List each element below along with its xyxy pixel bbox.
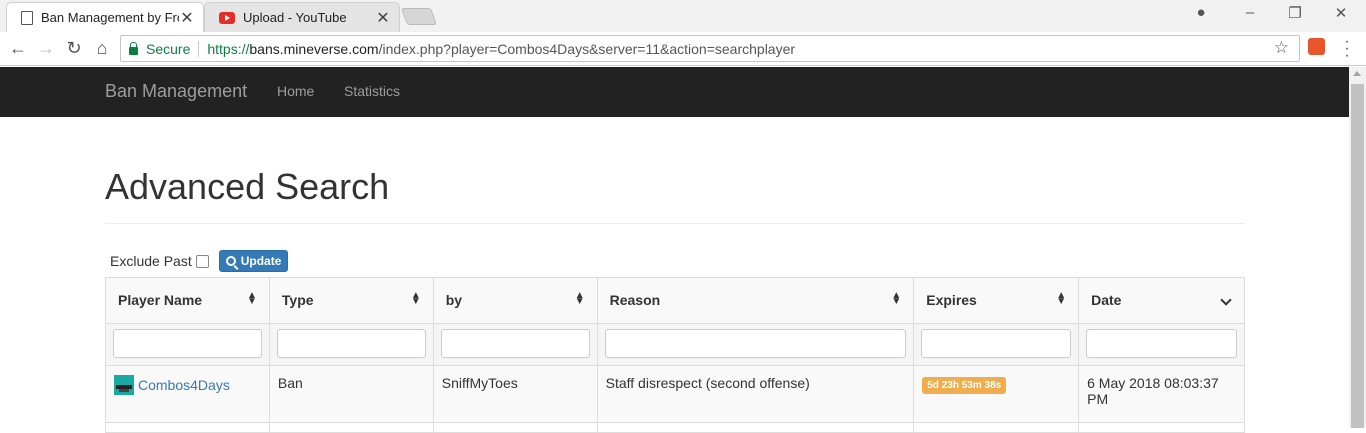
filter-player-name-input[interactable] bbox=[113, 329, 262, 358]
browser-toolbar: ← → ↻ ⌂ Secure https://bans.mineverse.co… bbox=[0, 32, 1366, 66]
filter-row: Exclude Past Update bbox=[110, 250, 289, 272]
sort-icon: ▲ ▼ bbox=[1056, 290, 1067, 307]
browser-menu-icon[interactable]: · · · bbox=[1340, 34, 1354, 64]
divider bbox=[105, 223, 1245, 224]
tab-ban-management[interactable]: Ban Management by Fros ✕ bbox=[6, 2, 204, 32]
filter-cell bbox=[432, 323, 598, 366]
filter-date-input[interactable] bbox=[1086, 329, 1237, 358]
filter-cell bbox=[596, 323, 915, 366]
filter-type-input[interactable] bbox=[276, 329, 426, 358]
sort-icon: ▲ ▼ bbox=[247, 290, 257, 307]
minimize-icon[interactable]: – bbox=[1238, 4, 1262, 21]
browser-tabstrip: Ban Management by Fros ✕ Upload - YouTub… bbox=[0, 0, 1366, 32]
scroll-thumb[interactable] bbox=[1351, 84, 1364, 428]
header-label: Type bbox=[281, 292, 314, 308]
sort-icon: ▲ ▼ bbox=[410, 290, 421, 307]
expires-badge: 5d 23h 53m 38s bbox=[922, 377, 1007, 394]
page-title: Advanced Search bbox=[105, 166, 390, 207]
new-tab-button[interactable] bbox=[400, 8, 438, 25]
column-header-type[interactable]: Type ▲ ▼ bbox=[268, 277, 434, 324]
search-icon bbox=[225, 256, 236, 266]
header-label: Reason bbox=[609, 292, 661, 308]
url-text[interactable]: https://bans.mineverse.com/index.php?pla… bbox=[207, 41, 795, 57]
tab-title: Ban Management by Fros bbox=[41, 10, 179, 25]
sort-icon: ▲ ▼ bbox=[574, 290, 585, 307]
filter-by-input[interactable] bbox=[440, 329, 590, 358]
column-header-date[interactable]: Date bbox=[1078, 277, 1245, 324]
close-icon[interactable]: ✕ bbox=[375, 8, 391, 28]
close-icon[interactable]: ✕ bbox=[179, 8, 195, 28]
table-header-row: Player Name ▲ ▼ Type ▲ ▼ by ▲ ▼ Reason ▲ ▼ Expir… bbox=[105, 277, 1245, 324]
header-label: by bbox=[445, 292, 463, 308]
column-header-player-name[interactable]: Player Name ▲ ▼ bbox=[105, 277, 270, 324]
player-link[interactable]: Combos4Days bbox=[138, 377, 230, 393]
filter-reason-input[interactable] bbox=[604, 329, 907, 358]
nav-home[interactable]: Home bbox=[277, 83, 314, 99]
filter-cell bbox=[268, 323, 434, 366]
filter-cell bbox=[1078, 323, 1245, 366]
forward-icon[interactable]: → bbox=[35, 37, 57, 59]
site-navbar: Ban Management Home Statistics bbox=[0, 67, 1349, 117]
update-label: Update bbox=[240, 254, 282, 268]
tab-title: Upload - YouTube bbox=[243, 10, 347, 25]
page-icon bbox=[21, 10, 33, 25]
sort-icon: ▲ ▼ bbox=[891, 290, 902, 307]
column-filter-row bbox=[105, 323, 1245, 366]
bookmark-star-icon[interactable]: ☆ bbox=[1274, 38, 1289, 58]
scroll-up-arrow-icon[interactable] bbox=[1353, 71, 1361, 76]
header-label: Player Name bbox=[118, 292, 203, 308]
cell-expires: 5d 23h 53m 38s bbox=[913, 365, 1080, 423]
url-host: bans.mineverse.com bbox=[249, 40, 379, 57]
lock-icon bbox=[129, 41, 138, 55]
tab-youtube[interactable]: Upload - YouTube ✕ bbox=[204, 2, 400, 32]
column-header-expires[interactable]: Expires ▲ ▼ bbox=[913, 277, 1080, 324]
exclude-past-checkbox[interactable] bbox=[195, 254, 209, 268]
header-label: Date bbox=[1091, 292, 1122, 308]
extension-icon[interactable] bbox=[1308, 38, 1325, 55]
brand-link[interactable]: Ban Management bbox=[105, 81, 247, 102]
nav-statistics[interactable]: Statistics bbox=[344, 83, 400, 99]
page-scrollbar[interactable] bbox=[1349, 67, 1366, 428]
url-scheme: https:// bbox=[207, 40, 250, 57]
security-label: Secure bbox=[146, 40, 200, 57]
results-table: Player Name ▲ ▼ Type ▲ ▼ by ▲ ▼ Reason ▲ ▼ Expir… bbox=[105, 277, 1245, 433]
address-bar[interactable]: Secure https://bans.mineverse.com/index.… bbox=[120, 35, 1300, 62]
player-avatar bbox=[114, 375, 134, 395]
column-header-by[interactable]: by ▲ ▼ bbox=[432, 277, 598, 324]
cell-player: Combos4Days bbox=[105, 365, 270, 423]
header-label: Expires bbox=[926, 292, 977, 308]
cell-by: SniffMyToes bbox=[432, 365, 598, 423]
cell-type: Ban bbox=[268, 365, 434, 423]
table-row: Combos4Days Ban SniffMyToes Staff disres… bbox=[105, 365, 1245, 423]
close-window-icon[interactable]: ✕ bbox=[1329, 4, 1353, 22]
account-icon[interactable]: ● bbox=[1189, 4, 1213, 21]
filter-cell bbox=[913, 323, 1080, 366]
sort-desc-icon bbox=[1220, 294, 1232, 306]
exclude-past-label: Exclude Past bbox=[110, 253, 192, 269]
cell-date: 6 May 2018 08:03:37 PM bbox=[1078, 365, 1245, 423]
filter-expires-input[interactable] bbox=[921, 329, 1072, 358]
back-icon[interactable]: ← bbox=[7, 37, 29, 59]
url-path: /index.php?player=Combos4Days&server=11&… bbox=[378, 40, 796, 57]
column-header-reason[interactable]: Reason ▲ ▼ bbox=[596, 277, 915, 324]
update-button[interactable]: Update bbox=[218, 250, 289, 272]
home-icon[interactable]: ⌂ bbox=[91, 37, 113, 59]
reload-icon[interactable]: ↻ bbox=[63, 37, 85, 59]
filter-cell bbox=[105, 323, 270, 366]
youtube-icon bbox=[219, 11, 235, 24]
restore-icon[interactable]: ❐ bbox=[1283, 4, 1307, 22]
cell-reason: Staff disrespect (second offense) bbox=[596, 365, 915, 423]
